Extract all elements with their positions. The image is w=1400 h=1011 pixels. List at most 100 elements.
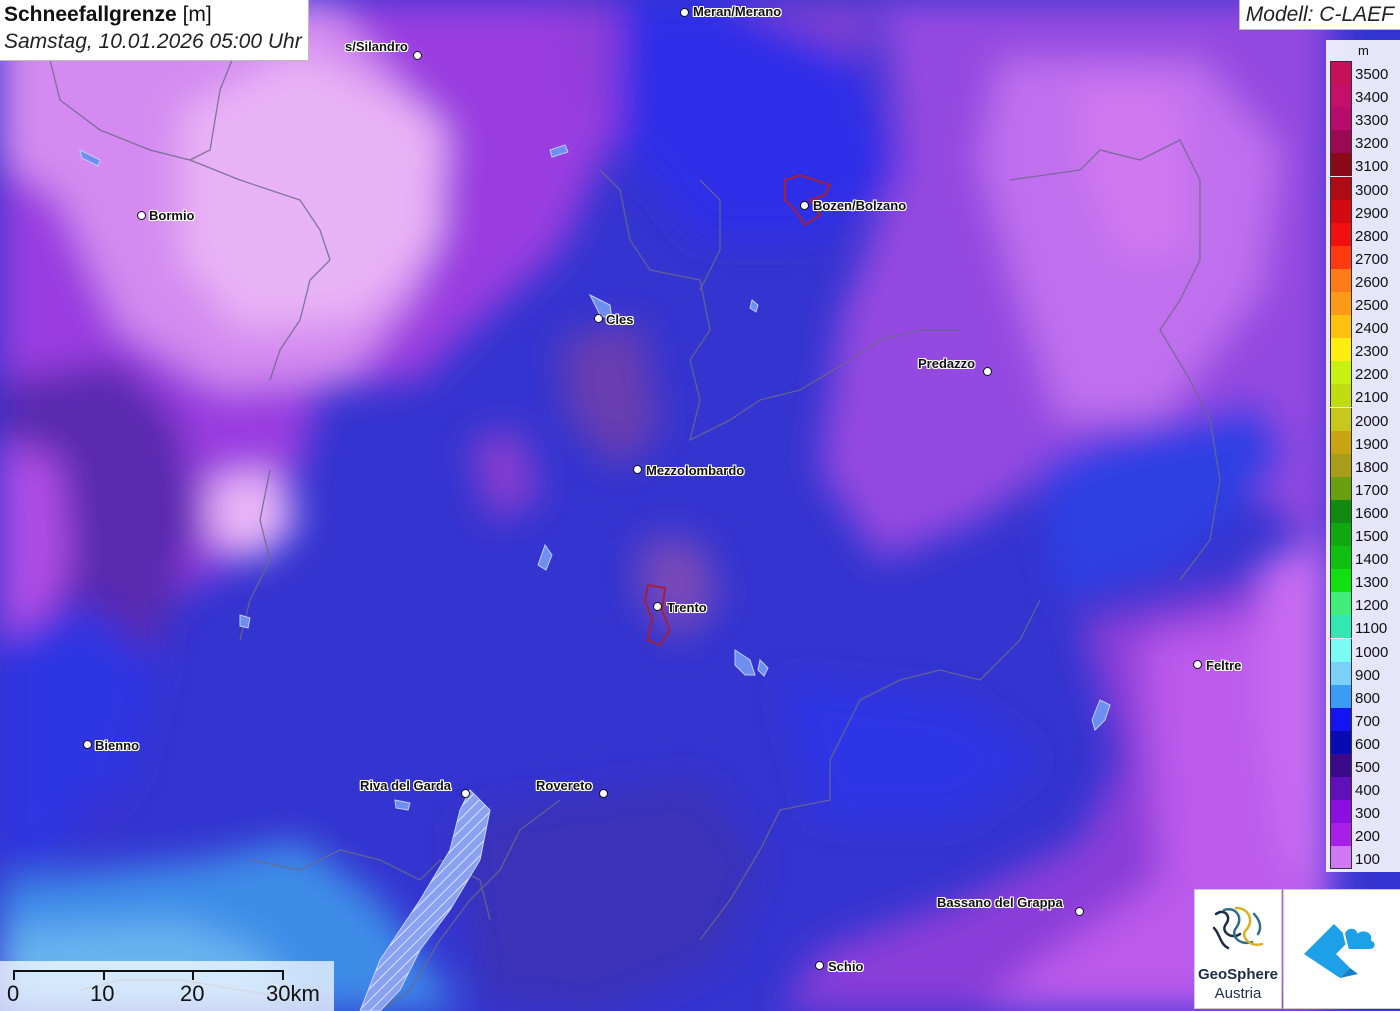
legend-label-900: 900 bbox=[1355, 666, 1381, 684]
city-marker bbox=[599, 789, 608, 798]
city-label-cles: Cles bbox=[606, 312, 634, 327]
legend-label-2200: 2200 bbox=[1355, 366, 1389, 384]
scale-label-0: 0 bbox=[7, 981, 20, 1006]
legend-swatch-1700 bbox=[1330, 476, 1352, 500]
legend-swatch-3500 bbox=[1330, 61, 1352, 84]
map-title-box: Schneefallgrenze [m] Samstag, 10.01.2026… bbox=[0, 0, 309, 61]
legend-swatch-2100 bbox=[1330, 384, 1352, 408]
legend-label-2400: 2400 bbox=[1355, 320, 1389, 338]
legend-swatch-1200 bbox=[1330, 592, 1352, 616]
city-marker bbox=[633, 465, 642, 474]
legend-label-2600: 2600 bbox=[1355, 273, 1389, 291]
city-marker bbox=[137, 211, 146, 220]
legend-label-2000: 2000 bbox=[1355, 412, 1389, 430]
city-marker bbox=[680, 8, 689, 17]
legend-label-3000: 3000 bbox=[1355, 181, 1389, 199]
city-label-predazzo: Predazzo bbox=[918, 356, 976, 371]
legend-label-3500: 3500 bbox=[1355, 66, 1389, 83]
legend-swatch-2700 bbox=[1330, 245, 1352, 269]
city-label-riva-del-garda: Riva del Garda bbox=[360, 778, 452, 793]
legend-label-400: 400 bbox=[1355, 782, 1381, 800]
legend-label-1100: 1100 bbox=[1355, 620, 1388, 638]
scale-label-30km: 30km bbox=[266, 981, 320, 1006]
legend-swatch-1300 bbox=[1330, 569, 1352, 593]
city-label-bormio: Bormio bbox=[149, 208, 195, 223]
city-label-bienno: Bienno bbox=[95, 738, 140, 753]
scale-tick bbox=[13, 970, 15, 980]
legend-label-200: 200 bbox=[1355, 828, 1381, 846]
map-datetime: Samstag, 10.01.2026 05:00 Uhr bbox=[4, 30, 302, 53]
legend-label-700: 700 bbox=[1355, 712, 1381, 730]
map-title: Schneefallgrenze [m] bbox=[4, 2, 302, 28]
legend-swatch-300 bbox=[1330, 800, 1352, 824]
scale-label-20: 20 bbox=[180, 981, 205, 1006]
legend-label-3400: 3400 bbox=[1355, 89, 1389, 107]
weather-app-icon bbox=[1304, 924, 1377, 978]
model-label: Modell: C-LAEF bbox=[1238, 0, 1400, 30]
city-marker bbox=[800, 201, 809, 210]
scale-tick bbox=[282, 970, 284, 980]
scale-label-10: 10 bbox=[90, 981, 115, 1006]
legend-swatch-100 bbox=[1330, 846, 1352, 870]
legend-label-1400: 1400 bbox=[1355, 551, 1389, 569]
legend-label-3300: 3300 bbox=[1355, 112, 1389, 130]
legend-swatch-1100 bbox=[1330, 615, 1352, 639]
legend-label-1000: 1000 bbox=[1355, 643, 1389, 661]
legend-label-1500: 1500 bbox=[1355, 528, 1389, 545]
legend-swatch-3200 bbox=[1330, 130, 1352, 154]
legend-label-2500: 2500 bbox=[1355, 297, 1389, 314]
legend-label-2300: 2300 bbox=[1355, 343, 1389, 361]
legend-label-2700: 2700 bbox=[1355, 250, 1389, 268]
city-label-bassano: Bassano del Grappa bbox=[937, 895, 1063, 910]
legend-swatch-1900 bbox=[1330, 430, 1352, 454]
legend-swatch-2900 bbox=[1330, 199, 1352, 223]
city-marker bbox=[461, 789, 470, 798]
legend-swatch-1400 bbox=[1330, 546, 1352, 570]
geosphere-logo[interactable]: GeoSphere Austria bbox=[1194, 889, 1282, 1009]
legend-swatch-3300 bbox=[1330, 107, 1352, 131]
city-label-meran: Meran/Merano bbox=[693, 4, 782, 19]
legend-swatch-3400 bbox=[1330, 84, 1352, 108]
legend-swatch-500 bbox=[1330, 754, 1352, 777]
city-label-rovereto: Rovereto bbox=[536, 778, 593, 793]
legend-label-2800: 2800 bbox=[1355, 227, 1389, 245]
legend-swatch-1500 bbox=[1330, 523, 1352, 546]
city-marker bbox=[815, 961, 824, 970]
city-marker bbox=[983, 367, 992, 376]
title-text: Schneefallgrenze bbox=[4, 3, 177, 26]
color-legend: m 3500 3400 3300 3200 3100 3000 2900 2800 2700 26… bbox=[1326, 40, 1400, 872]
city-label-silandro: s/Silandro bbox=[345, 39, 408, 54]
legend-swatch-2800 bbox=[1330, 222, 1352, 246]
legend-unit: m bbox=[1358, 43, 1369, 58]
legend-swatch-600 bbox=[1330, 730, 1352, 754]
weather-app-logo[interactable] bbox=[1283, 889, 1400, 1009]
legend-label-2100: 2100 bbox=[1355, 389, 1389, 407]
legend-label-1700: 1700 bbox=[1355, 481, 1389, 499]
title-unit: [m] bbox=[182, 3, 212, 26]
legend-swatch-2600 bbox=[1330, 268, 1352, 292]
legend-swatch-2200 bbox=[1330, 361, 1352, 385]
legend-swatch-400 bbox=[1330, 777, 1352, 801]
legend-swatch-2300 bbox=[1330, 338, 1352, 362]
legend-label-1300: 1300 bbox=[1355, 574, 1389, 592]
legend-swatch-2000 bbox=[1330, 407, 1352, 431]
city-label-bozen: Bozen/Bolzano bbox=[813, 198, 907, 213]
legend-label-1600: 1600 bbox=[1355, 504, 1389, 522]
legend-label-1800: 1800 bbox=[1355, 458, 1389, 476]
legend-label-1900: 1900 bbox=[1355, 435, 1389, 453]
legend-label-100: 100 bbox=[1355, 851, 1381, 869]
city-label-schio: Schio bbox=[828, 959, 864, 974]
legend-swatch-1600 bbox=[1330, 499, 1352, 523]
city-marker bbox=[83, 740, 92, 749]
city-label-mezzolombardo: Mezzolombardo bbox=[646, 463, 745, 478]
city-label-feltre: Feltre bbox=[1206, 658, 1242, 673]
legend-label-3200: 3200 bbox=[1355, 135, 1389, 153]
scale-bar: 0 10 20 30km bbox=[0, 961, 334, 1011]
legend-swatch-1800 bbox=[1330, 453, 1352, 477]
legend-swatch-2400 bbox=[1330, 315, 1352, 339]
legend-label-500: 500 bbox=[1355, 759, 1381, 776]
legend-label-300: 300 bbox=[1355, 805, 1381, 823]
legend-swatch-1000 bbox=[1330, 638, 1352, 662]
city-marker bbox=[1075, 907, 1084, 916]
geosphere-mark-icon bbox=[1212, 906, 1264, 950]
